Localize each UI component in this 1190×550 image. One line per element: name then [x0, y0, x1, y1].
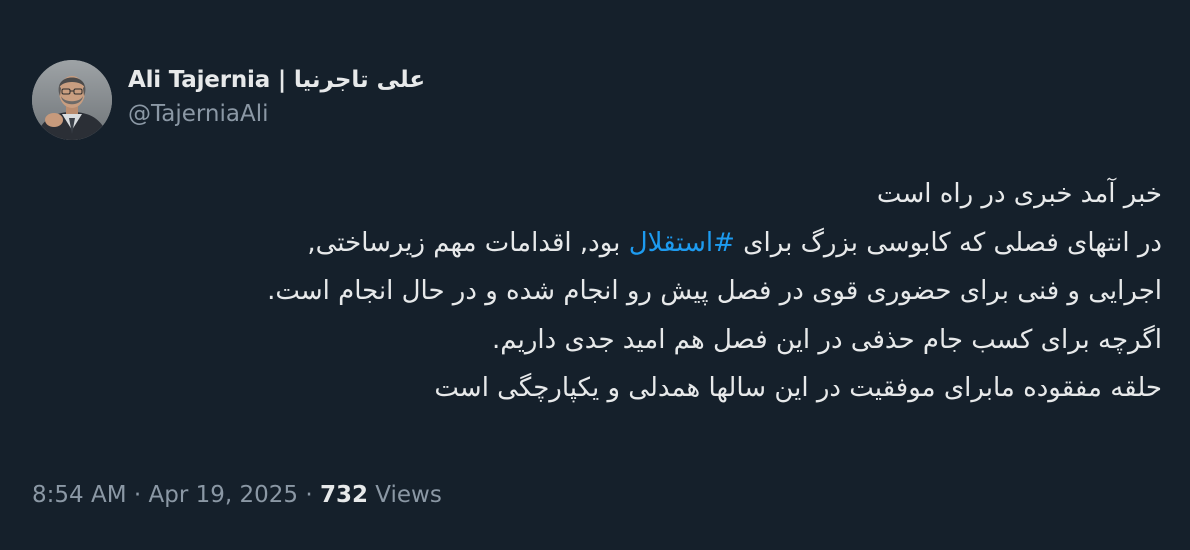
avatar[interactable] [32, 60, 112, 140]
tweet-line-1: خبر آمد خبری در راه است [876, 179, 1162, 209]
tweet-line-2-end: بود, اقدامات مهم زیرساختی, [307, 227, 629, 258]
author-name-line[interactable]: Ali Tajernia | علی تاجرنیا [128, 64, 425, 96]
tweet-line-5: حلقه مفقوده مابرای موفقیت در این سالها ه… [434, 373, 1162, 403]
author-display-name[interactable]: Ali Tajernia | علی تاجرنیا [128, 67, 425, 93]
meta-separator: · [133, 482, 142, 508]
tweet-card: Ali Tajernia | علی تاجرنیا @TajerniaAli … [0, 0, 1190, 550]
tweet-line-2-start: در انتهای فصلی که کابوسی بزرگ برای [734, 227, 1162, 258]
tweet-date[interactable]: Apr 19, 2025 [148, 482, 298, 508]
tweet-line-4: اگرچه برای کسب جام حذفی در این فصل هم ام… [492, 324, 1162, 355]
views-count: 732 [319, 482, 368, 508]
tweet-time[interactable]: 8:54 AM [32, 482, 127, 508]
tweet-line-2: در انتهای فصلی که کابوسی بزرگ برای #استق… [32, 219, 1162, 268]
hashtag-link[interactable]: #استقلال [629, 228, 735, 258]
avatar-image [32, 60, 112, 140]
meta-separator: · [305, 482, 313, 508]
tweet-meta: 8:54 AM · Apr 19, 2025 · 732 Views [32, 482, 442, 508]
tweet-line-3: اجرایی و فنی برای حضوری قوی در فصل پیش ر… [267, 276, 1162, 306]
views-label: Views [375, 482, 442, 508]
tweet-text: خبر آمد خبری در راه است در انتهای فصلی ک… [32, 170, 1162, 413]
author-handle[interactable]: @TajerniaAli [128, 101, 269, 127]
